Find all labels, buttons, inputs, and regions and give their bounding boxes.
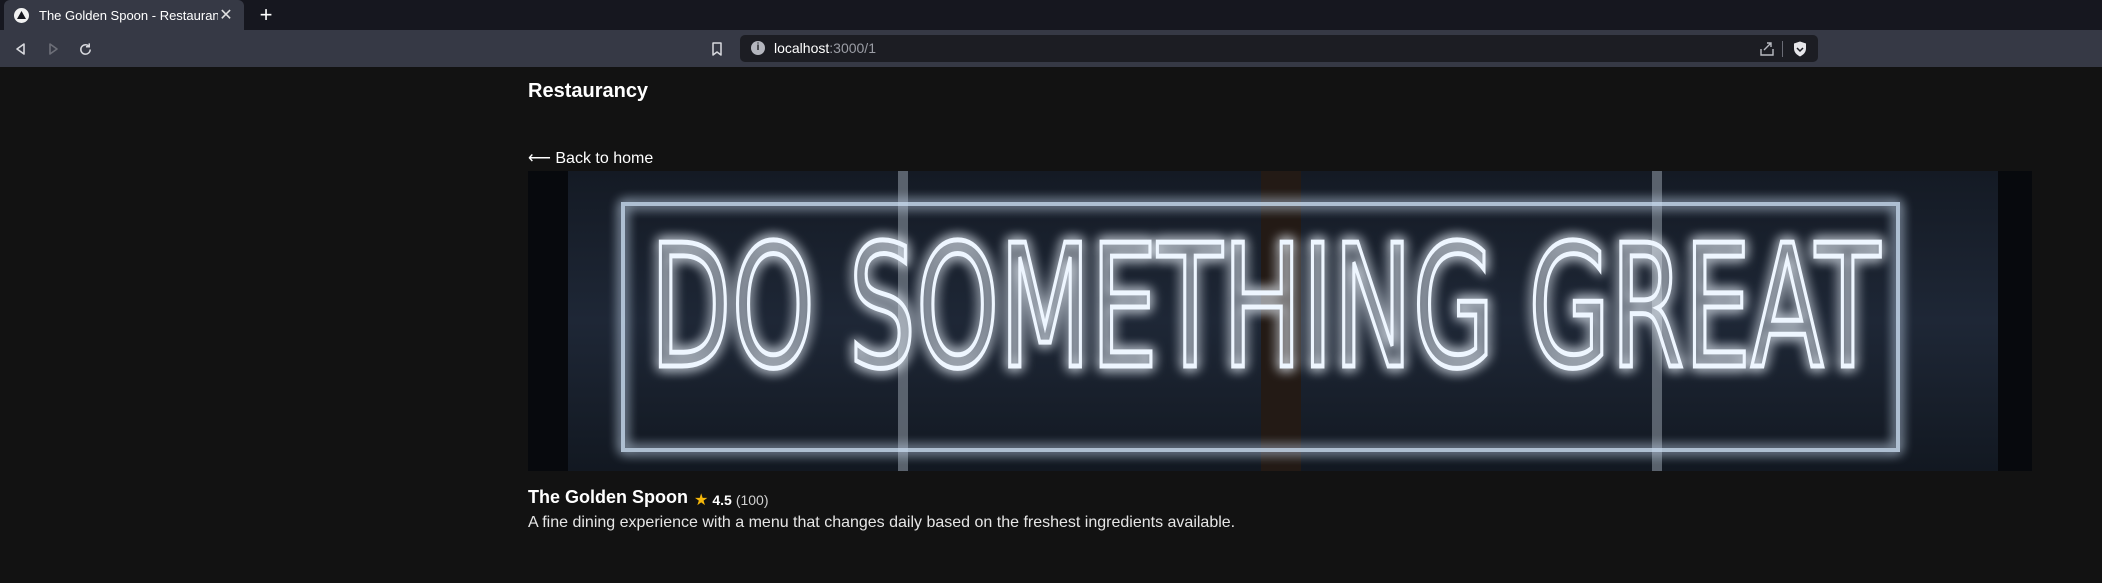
browser-tab[interactable]: The Golden Spoon - Restaurancy ✕ (4, 0, 244, 30)
back-to-home-link[interactable]: ⟵ Back to home (528, 148, 653, 168)
close-tab-icon[interactable]: ✕ (218, 5, 234, 25)
restaurant-description: A fine dining experience with a menu tha… (528, 514, 1236, 531)
restaurant-rating: ★ 4.5 (100) (694, 490, 769, 510)
shield-icon[interactable] (1791, 40, 1809, 58)
share-icon[interactable] (1758, 40, 1776, 58)
star-icon: ★ (694, 492, 709, 509)
reload-icon[interactable] (73, 37, 97, 61)
review-count: (100) (735, 492, 769, 508)
favicon-icon (14, 7, 29, 23)
neon-sign-text: DO SOMETHING GREAT (650, 209, 1881, 407)
url-host: localhost (774, 40, 830, 56)
forward-arrow-icon[interactable] (41, 37, 65, 61)
bookmark-icon[interactable] (706, 38, 728, 60)
url-text: localhost:3000/1 (774, 40, 876, 56)
hero-image: DO SOMETHING GREAT (528, 171, 2032, 471)
browser-toolbar: i localhost:3000/1 (0, 30, 2102, 67)
neon-sign-image: DO SOMETHING GREAT (528, 171, 2032, 471)
url-path: :3000/1 (829, 40, 876, 56)
page-content: Restaurancy ⟵ Back to home DO SOMETHING … (0, 67, 2102, 583)
info-icon[interactable]: i (751, 41, 765, 55)
restaurant-name: The Golden Spoon (528, 487, 688, 507)
back-arrow-icon[interactable] (9, 37, 33, 61)
rating-value: 4.5 (712, 492, 732, 508)
address-bar[interactable]: i localhost:3000/1 (740, 35, 1818, 62)
url-divider (1782, 41, 1783, 57)
tab-strip: The Golden Spoon - Restaurancy ✕ + (0, 0, 2102, 30)
site-brand[interactable]: Restaurancy (528, 80, 648, 103)
new-tab-plus-icon[interactable]: + (254, 3, 278, 27)
tab-title: The Golden Spoon - Restaurancy (39, 7, 218, 23)
